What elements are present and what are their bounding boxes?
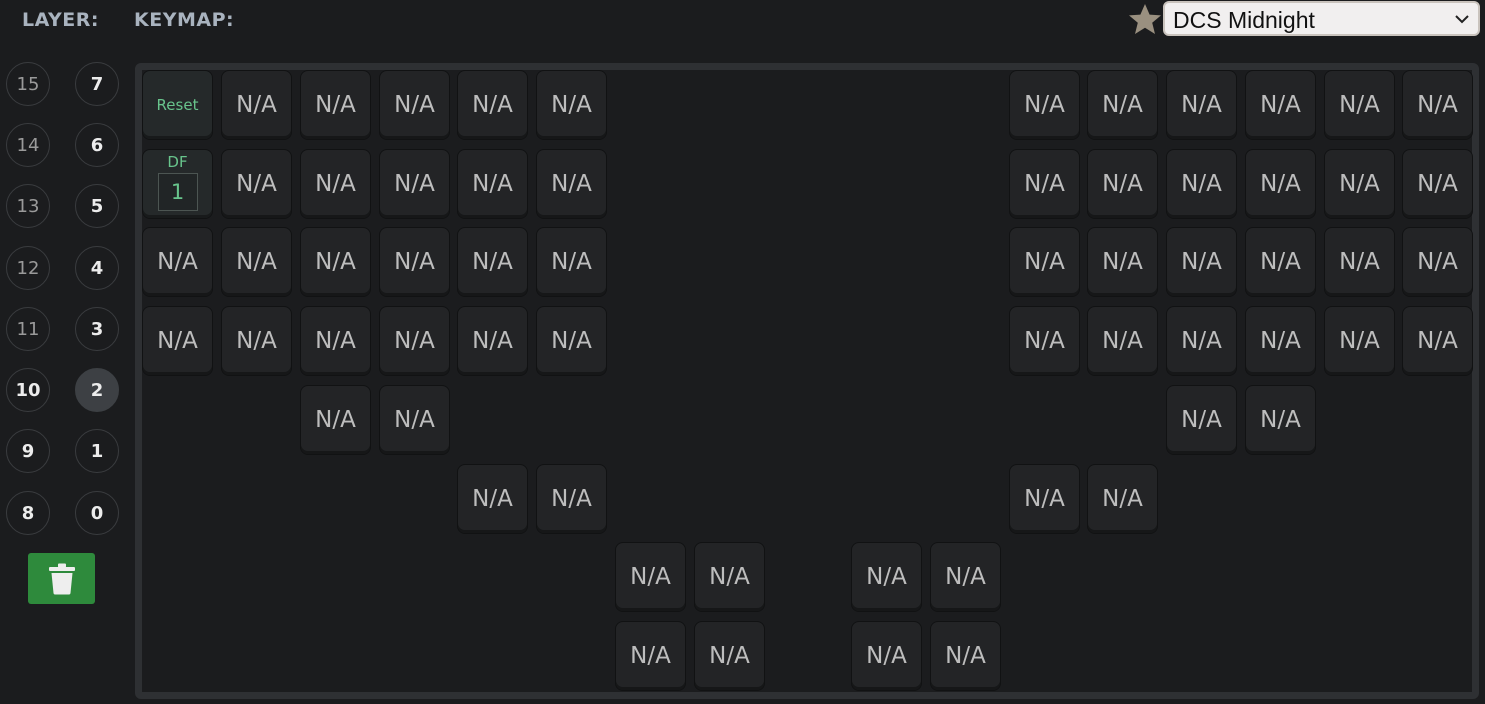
key-na[interactable]: N/A: [851, 621, 922, 691]
key-na[interactable]: N/A: [221, 70, 292, 140]
key-na[interactable]: N/A: [615, 542, 686, 612]
key-na[interactable]: N/A: [1087, 149, 1158, 219]
key-na[interactable]: N/A: [930, 542, 1001, 612]
key-na[interactable]: N/A: [1087, 306, 1158, 376]
key-na[interactable]: N/A: [1245, 227, 1316, 297]
key-na[interactable]: N/A: [1166, 149, 1237, 219]
key-na[interactable]: N/A: [379, 149, 450, 219]
layer-button-2[interactable]: 2: [75, 368, 119, 412]
key-na[interactable]: N/A: [536, 227, 607, 297]
key-na[interactable]: N/A: [1245, 149, 1316, 219]
key-na[interactable]: N/A: [142, 306, 213, 376]
key-na[interactable]: N/A: [1402, 227, 1473, 297]
key-na[interactable]: N/A: [1009, 464, 1080, 534]
key-na[interactable]: N/A: [1245, 70, 1316, 140]
layer-button-5[interactable]: 5: [75, 184, 119, 228]
key-na[interactable]: N/A: [457, 70, 528, 140]
key-na[interactable]: N/A: [379, 70, 450, 140]
key-na[interactable]: N/A: [1324, 149, 1395, 219]
key-na[interactable]: N/A: [379, 227, 450, 297]
key-na[interactable]: N/A: [221, 149, 292, 219]
key-na[interactable]: N/A: [1087, 464, 1158, 534]
chevron-down-icon: [1455, 15, 1469, 24]
key-na[interactable]: N/A: [694, 621, 765, 691]
layer-button-4[interactable]: 4: [75, 246, 119, 290]
key-na[interactable]: N/A: [536, 149, 607, 219]
layer-button-6[interactable]: 6: [75, 123, 119, 167]
theme-select[interactable]: DCS Midnight: [1163, 1, 1480, 36]
key-reset[interactable]: Reset: [142, 70, 213, 140]
key-na[interactable]: N/A: [1087, 70, 1158, 140]
key-na[interactable]: N/A: [1402, 149, 1473, 219]
key-na[interactable]: N/A: [1324, 70, 1395, 140]
key-na[interactable]: N/A: [1087, 227, 1158, 297]
layer-button-10[interactable]: 10: [6, 368, 50, 412]
layer-button-14[interactable]: 14: [6, 123, 50, 167]
key-na[interactable]: N/A: [1245, 385, 1316, 455]
key-na[interactable]: N/A: [300, 70, 371, 140]
key-na[interactable]: N/A: [221, 306, 292, 376]
key-na[interactable]: N/A: [1324, 227, 1395, 297]
key-na[interactable]: N/A: [1009, 70, 1080, 140]
layer-button-12[interactable]: 12: [6, 246, 50, 290]
key-na[interactable]: N/A: [694, 542, 765, 612]
key-na[interactable]: N/A: [536, 464, 607, 534]
key-na[interactable]: N/A: [536, 70, 607, 140]
key-na[interactable]: N/A: [1009, 149, 1080, 219]
key-na[interactable]: N/A: [1009, 227, 1080, 297]
key-na[interactable]: N/A: [300, 227, 371, 297]
trash-icon: [48, 563, 75, 594]
star-icon[interactable]: [1127, 2, 1163, 36]
delete-button[interactable]: [28, 553, 95, 604]
layer-button-3[interactable]: 3: [75, 307, 119, 351]
key-na[interactable]: N/A: [142, 227, 213, 297]
layer-button-9[interactable]: 9: [6, 429, 50, 473]
key-na[interactable]: N/A: [457, 464, 528, 534]
layer-button-7[interactable]: 7: [75, 62, 119, 106]
layer-button-15[interactable]: 15: [6, 62, 50, 106]
key-na[interactable]: N/A: [457, 227, 528, 297]
key-na[interactable]: N/A: [1245, 306, 1316, 376]
key-na[interactable]: N/A: [1166, 306, 1237, 376]
key-na[interactable]: N/A: [1166, 385, 1237, 455]
key-na[interactable]: N/A: [1402, 306, 1473, 376]
key-na[interactable]: N/A: [1402, 70, 1473, 140]
theme-select-value: DCS Midnight: [1173, 7, 1315, 33]
df-label: DF: [167, 153, 188, 171]
key-na[interactable]: N/A: [930, 621, 1001, 691]
key-na[interactable]: N/A: [1166, 70, 1237, 140]
layer-button-0[interactable]: 0: [75, 491, 119, 535]
df-layer-input[interactable]: 1: [157, 173, 198, 211]
layer-button-11[interactable]: 11: [6, 307, 50, 351]
layer-button-8[interactable]: 8: [6, 491, 50, 535]
layer-button-1[interactable]: 1: [75, 429, 119, 473]
key-na[interactable]: N/A: [221, 227, 292, 297]
key-na[interactable]: N/A: [457, 306, 528, 376]
keyboard-layout: Reset N/A N/A N/A N/A N/A N/A N/A N/A N/A N/A N/A DF…: [135, 63, 1479, 699]
key-na[interactable]: N/A: [379, 306, 450, 376]
keymap-title: KEYMAP:: [134, 9, 235, 31]
key-na[interactable]: N/A: [1166, 227, 1237, 297]
key-na[interactable]: N/A: [1009, 306, 1080, 376]
key-na[interactable]: N/A: [615, 621, 686, 691]
layer-button-13[interactable]: 13: [6, 184, 50, 228]
key-na[interactable]: N/A: [536, 306, 607, 376]
key-na[interactable]: N/A: [300, 385, 371, 455]
layer-title: LAYER:: [22, 9, 99, 31]
key-default-layer[interactable]: DF 1: [142, 149, 213, 219]
key-na[interactable]: N/A: [300, 306, 371, 376]
key-na[interactable]: N/A: [851, 542, 922, 612]
key-na[interactable]: N/A: [457, 149, 528, 219]
key-na[interactable]: N/A: [1324, 306, 1395, 376]
key-na[interactable]: N/A: [379, 385, 450, 455]
key-na[interactable]: N/A: [300, 149, 371, 219]
